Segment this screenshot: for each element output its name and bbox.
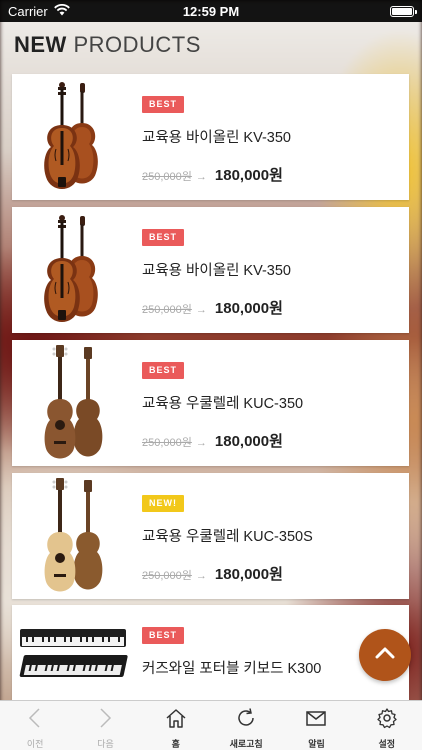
settings-label: 설정 — [378, 739, 396, 749]
product-name: 커즈와일 포터블 키보드 K300 — [142, 661, 322, 677]
product-card[interactable]: NEW! 교육용 우쿨렐레 KUC-350S 250,000원 → 180,00… — [12, 473, 409, 599]
home-icon — [165, 707, 187, 734]
product-name: 교육용 바이올린 KV-350 — [142, 263, 292, 279]
next-button[interactable]: 다음 — [70, 701, 140, 750]
prev-label: 이전 — [26, 739, 44, 749]
old-price: 250,000원 — [142, 570, 192, 582]
page-title: NEW PRODUCTS — [14, 32, 201, 58]
notify-label: 알림 — [308, 739, 325, 749]
home-button[interactable]: 홈 — [141, 701, 211, 750]
page-title-light: PRODUCTS — [73, 32, 201, 57]
arrow-right-icon: → — [195, 570, 207, 582]
price-row: 250,000원 → 180,000원 — [142, 164, 283, 185]
badge-best: BEST — [142, 96, 185, 113]
scroll-top-button[interactable] — [359, 629, 411, 681]
product-card[interactable]: BEST 교육용 우쿨렐레 KUC-350 250,000원 → 180,000… — [12, 340, 409, 466]
status-bar: Carrier 12:59 PM — [0, 0, 422, 22]
gear-icon — [376, 707, 398, 734]
refresh-label: 새로고침 — [229, 739, 263, 749]
product-name: 교육용 우쿨렐레 KUC-350 — [142, 396, 304, 412]
bottom-toolbar: 이전 다음 홈 새로고침 알림 설정 — [0, 700, 422, 750]
page-title-strong: NEW — [14, 32, 67, 57]
carrier-label: Carrier — [8, 3, 48, 19]
price-row: 250,000원 → 180,000원 — [142, 430, 283, 451]
next-label: 다음 — [97, 739, 114, 749]
chevron-left-icon — [24, 707, 46, 734]
product-image-violin — [12, 207, 136, 333]
badge-best: BEST — [142, 229, 185, 246]
arrow-right-icon: → — [195, 304, 207, 316]
product-card[interactable]: BEST 교육용 바이올린 KV-350 250,000원 → 180,000원 — [12, 74, 409, 200]
price-row: 250,000원 → 180,000원 — [142, 563, 283, 584]
settings-button[interactable]: 설정 — [352, 701, 422, 750]
old-price: 250,000원 — [142, 171, 192, 183]
old-price: 250,000원 — [142, 304, 192, 316]
new-price: 180,000원 — [214, 300, 283, 317]
badge-best: BEST — [142, 362, 185, 379]
refresh-icon — [235, 707, 257, 734]
home-label: 홈 — [171, 739, 180, 749]
notify-button[interactable]: 알림 — [281, 701, 351, 750]
old-price: 250,000원 — [142, 437, 192, 449]
arrow-right-icon: → — [195, 171, 207, 183]
product-card[interactable]: BEST 교육용 바이올린 KV-350 250,000원 → 180,000원 — [12, 207, 409, 333]
chevron-up-icon — [375, 646, 395, 665]
mail-icon — [305, 707, 327, 734]
product-name: 교육용 바이올린 KV-350 — [142, 130, 292, 146]
refresh-button[interactable]: 새로고침 — [211, 701, 281, 750]
badge-best: BEST — [142, 627, 185, 644]
battery-icon — [390, 5, 417, 17]
new-price: 180,000원 — [214, 167, 283, 184]
product-name: 교육용 우쿨렐레 KUC-350S — [142, 529, 313, 545]
product-image-violin — [12, 74, 136, 200]
badge-new: NEW! — [142, 495, 184, 512]
chevron-right-icon — [94, 707, 116, 734]
arrow-right-icon: → — [195, 437, 207, 449]
product-image-keyboard — [12, 605, 136, 705]
product-image-ukulele — [12, 473, 136, 599]
prev-button[interactable]: 이전 — [0, 701, 70, 750]
new-price: 180,000원 — [214, 566, 283, 583]
wifi-icon — [53, 3, 70, 19]
product-card[interactable]: BEST 커즈와일 포터블 키보드 K300 — [12, 605, 409, 705]
product-image-ukulele — [12, 340, 136, 466]
new-price: 180,000원 — [214, 433, 283, 450]
price-row: 250,000원 → 180,000원 — [142, 297, 283, 318]
